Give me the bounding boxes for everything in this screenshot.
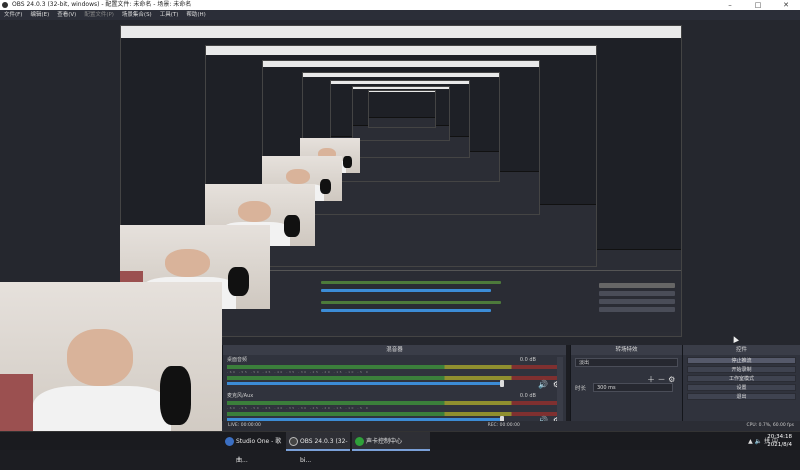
- track-name: 桌面音频: [227, 357, 248, 363]
- clock-time: 20:34:18: [767, 434, 792, 440]
- studio-mode-button[interactable]: 工作室模式: [687, 375, 796, 382]
- window-titlebar: OBS 24.0.3 (32-bit, windows) - 配置文件: 未命名…: [0, 0, 800, 10]
- stop-streaming-button[interactable]: 停止推流: [687, 357, 796, 364]
- duration-label: 时长: [575, 386, 587, 392]
- duration-input[interactable]: 300 ms: [593, 383, 673, 392]
- controls-dock: 控件 停止推流 开始录制 工作室模式 设置 退出: [682, 345, 800, 428]
- volume-meter: [227, 376, 562, 380]
- window-controls: – □ ✕: [716, 0, 800, 10]
- menu-tools[interactable]: 工具(T): [156, 10, 183, 20]
- taskbar-studio-one[interactable]: Studio One - 歌曲...: [222, 432, 284, 464]
- clock[interactable]: 20:34:18 2021/8/4: [767, 433, 792, 449]
- controls-title: 控件: [683, 345, 800, 355]
- mixer-scrollbar[interactable]: [557, 357, 563, 425]
- volume-meter: [227, 412, 562, 416]
- status-bar: LIVE: 00:00:00 REC: 00:00:00 CPU: 0.7%, …: [222, 421, 800, 431]
- mixer-dock: 混音器 桌面音频 0.0 dB -60 -55 -50 -45 -40 -35 …: [222, 345, 566, 428]
- menu-help[interactable]: 帮助(H): [182, 10, 209, 20]
- studio-one-icon: [225, 437, 234, 446]
- close-icon[interactable]: ✕: [772, 0, 800, 10]
- transitions-title: 转场特效: [571, 345, 682, 355]
- meter-ticks: -60 -55 -50 -45 -40 -35 -30 -25 -20 -15 …: [227, 370, 370, 374]
- volume-icon[interactable]: 🔈: [755, 438, 762, 445]
- mixer-track-desktop: 桌面音频 0.0 dB -60 -55 -50 -45 -40 -35 -30 …: [227, 357, 562, 391]
- track-db: 0.0 dB: [519, 357, 536, 363]
- meter-ticks: -60 -55 -50 -45 -40 -35 -30 -25 -20 -15 …: [227, 406, 370, 410]
- menu-scene-collection[interactable]: 场景集合(S): [118, 10, 156, 20]
- windows-taskbar: Studio One - 歌曲... OBS 24.0.3 (32-bi... …: [0, 431, 800, 464]
- minimize-icon[interactable]: –: [716, 0, 744, 10]
- preview-canvas[interactable]: [0, 20, 800, 450]
- taskbar-label: Studio One - 歌曲...: [236, 438, 282, 464]
- taskbar-label: 声卡控制中心: [366, 438, 403, 445]
- track-db: 0.0 dB: [519, 393, 536, 399]
- menu-profile: 配置文件(P): [84, 12, 114, 18]
- taskbar-soundcard[interactable]: 声卡控制中心: [352, 432, 430, 451]
- soundcard-icon: [355, 437, 364, 446]
- rec-timer: REC: 00:00:00: [487, 423, 520, 428]
- obs-icon: [289, 437, 298, 446]
- taskbar-obs[interactable]: OBS 24.0.3 (32-bi...: [286, 432, 350, 464]
- menu-bar: 文件(F) 编辑(E) 查看(V) 配置文件(P) 场景集合(S) 工具(T) …: [0, 10, 800, 20]
- maximize-icon[interactable]: □: [744, 0, 772, 10]
- window-title: OBS 24.0.3 (32-bit, windows) - 配置文件: 未命名…: [12, 1, 192, 8]
- taskbar-label: OBS 24.0.3 (32-bi...: [300, 438, 348, 464]
- clock-date: 2021/8/4: [767, 442, 792, 448]
- network-icon[interactable]: ▲: [748, 438, 753, 445]
- settings-button[interactable]: 设置: [687, 384, 796, 391]
- slider-handle[interactable]: [499, 380, 504, 387]
- cpu-fps: CPU: 0.7%, 60.00 fps: [746, 423, 794, 428]
- obs-app-icon: [2, 2, 8, 8]
- volume-meter: [227, 365, 562, 369]
- webcam-feed-main: [0, 282, 222, 450]
- menu-edit[interactable]: 编辑(E): [26, 10, 53, 20]
- transitions-dock: 转场特效 淡出 ＋ － ⚙ 时长 300 ms: [570, 345, 682, 428]
- start-recording-button[interactable]: 开始录制: [687, 366, 796, 373]
- nested-obs-frame: [368, 90, 436, 128]
- menu-file[interactable]: 文件(F): [0, 10, 26, 20]
- menu-view[interactable]: 查看(V): [53, 10, 80, 20]
- nested-dock-area: [221, 270, 681, 332]
- mixer-title: 混音器: [223, 345, 566, 355]
- track-name: 麦克风/Aux: [227, 393, 254, 399]
- live-timer: LIVE: 00:00:00: [228, 423, 261, 428]
- transition-select[interactable]: 淡出: [575, 358, 678, 367]
- volume-meter: [227, 401, 562, 405]
- mouse-cursor-icon: [731, 335, 739, 343]
- volume-slider[interactable]: [227, 380, 504, 387]
- speaker-icon[interactable]: 🔊: [538, 380, 548, 389]
- exit-button[interactable]: 退出: [687, 393, 796, 400]
